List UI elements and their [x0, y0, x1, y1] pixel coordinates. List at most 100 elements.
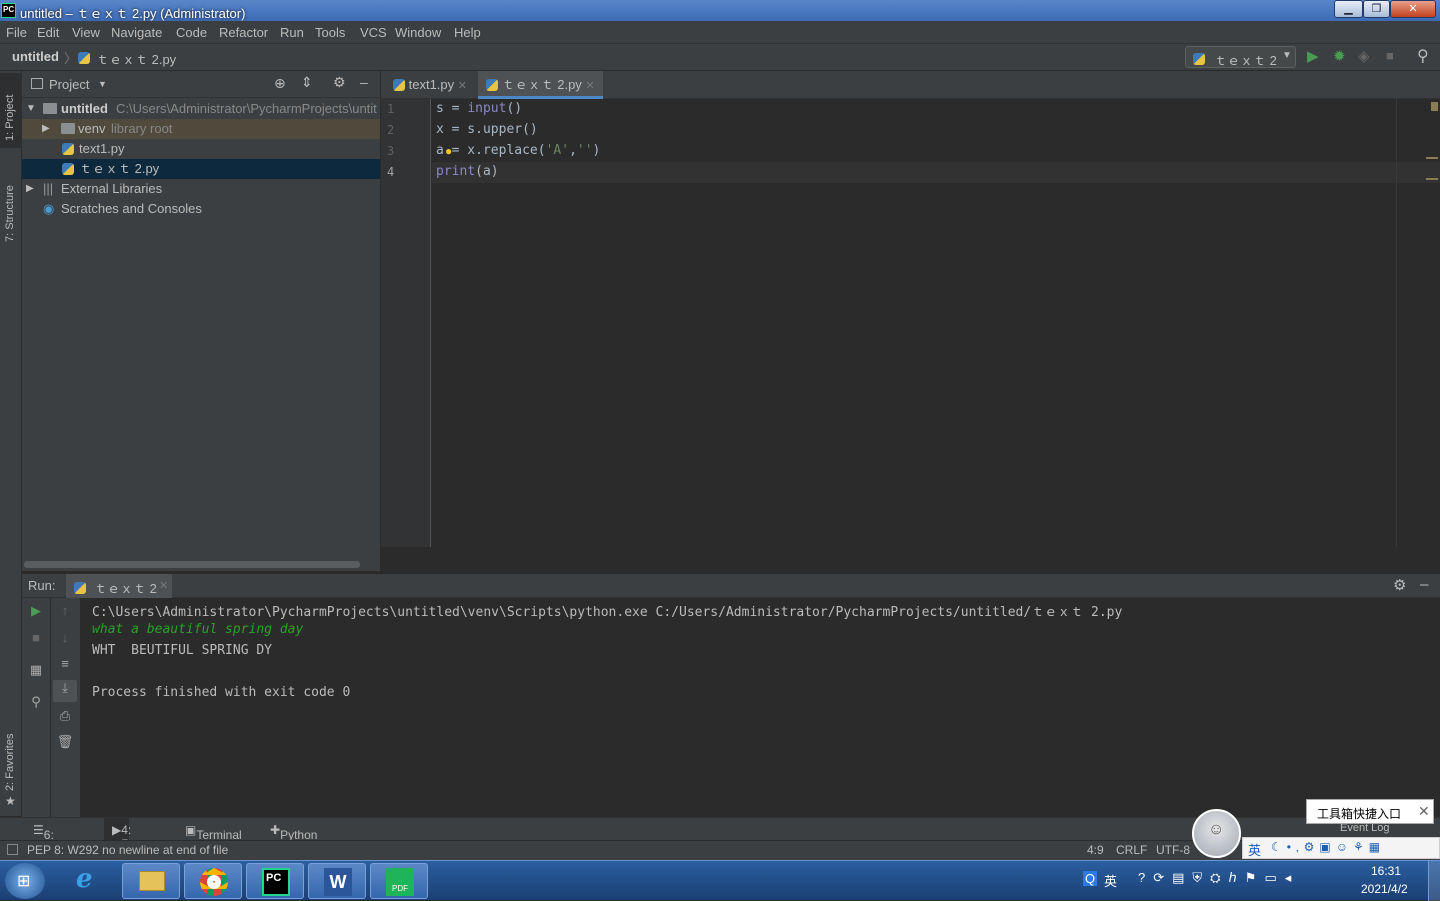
code-line-2[interactable]: x = s.upper()	[436, 122, 538, 137]
tree-item-text2-py[interactable]: ｔｅｘｔ 2.py	[22, 159, 380, 179]
scroll-to-end-icon[interactable]: ⤓	[53, 680, 77, 702]
menu-file[interactable]: File	[6, 25, 27, 40]
taskbar-word[interactable]: W	[308, 863, 366, 899]
locate-icon[interactable]: ⊕	[274, 75, 286, 92]
project-panel-title[interactable]: Project	[49, 77, 89, 92]
menu-refactor[interactable]: Refactor	[219, 25, 268, 40]
search-icon[interactable]: ⚲	[1417, 46, 1429, 66]
run-tab[interactable]: ｔｅｘｔ 2 ✕	[66, 574, 172, 598]
close-tab-icon[interactable]: ✕	[585, 80, 594, 92]
chevron-down-icon[interactable]: ▼	[98, 79, 107, 89]
project-tool-tab-label: 1: Project	[4, 94, 16, 141]
status-toggle-icon[interactable]	[7, 844, 18, 855]
taskbar-chrome[interactable]	[184, 863, 242, 899]
menu-help[interactable]: Help	[454, 25, 481, 40]
tree-item-scratches[interactable]: ◉ Scratches and Consoles	[22, 199, 380, 219]
scroll-down-icon[interactable]: ↓	[55, 630, 75, 645]
start-button[interactable]: ⊞	[5, 863, 45, 899]
tree-item-project-root[interactable]: ▼ untitled C:\Users\Administrator\Pychar…	[22, 99, 380, 119]
run-panel-header: Run: ｔｅｘｔ 2 ✕ ⚙ –	[22, 574, 1440, 598]
close-window-button[interactable]: ✕	[1390, 0, 1436, 18]
project-tool-tab[interactable]: 1: Project	[0, 73, 22, 148]
caret-position[interactable]: 4:9	[1087, 843, 1104, 857]
popup-text: 工具箱快捷入口	[1317, 807, 1402, 821]
close-tab-icon[interactable]: ✕	[458, 80, 467, 92]
run-config-selector[interactable]: ｔｅｘｔ 2 ▼	[1185, 46, 1296, 68]
print-icon[interactable]: ⎙	[55, 708, 75, 724]
structure-tool-tab[interactable]: 7: Structure	[0, 166, 22, 246]
line-separator[interactable]: CRLF	[1116, 843, 1147, 857]
tab-text1-py[interactable]: text1.py ✕	[385, 71, 471, 99]
run-icon[interactable]: ▶	[1307, 47, 1319, 65]
tab-text2-py[interactable]: ｔｅｘｔ 2.py ✕	[478, 71, 603, 99]
favorites-tool-tab[interactable]: 2: Favorites ★	[0, 726, 22, 811]
rerun-icon[interactable]: ▶	[26, 603, 46, 619]
pin-icon[interactable]: ⚲	[26, 694, 46, 710]
code-line-3[interactable]: a = x.replace('A','')	[436, 143, 600, 158]
code-line-4[interactable]: print(a)	[436, 164, 499, 179]
taskbar-pycharm[interactable]: PC	[246, 863, 304, 899]
menu-edit[interactable]: Edit	[37, 25, 59, 40]
warning-stripe-marker[interactable]	[1426, 178, 1438, 180]
trash-icon[interactable]: 🗑	[55, 734, 75, 750]
tray-icons[interactable]: ?⟳▤⛨⛭ℎ⚑▭◂	[1138, 870, 1299, 886]
tab-python-console[interactable]: ✚ Python Console	[270, 823, 324, 856]
tree-item-external-libraries[interactable]: ▶ ||| External Libraries	[22, 179, 380, 199]
tab-terminal[interactable]: ▣ Terminal	[185, 823, 242, 842]
run-panel: Run: ｔｅｘｔ 2 ✕ ⚙ – ▶ ■ ▦ ⚲ ↑ ↓ ≡ ⤓ ⎙ 🗑 C:…	[22, 574, 1440, 817]
menu-vcs[interactable]: VCS	[360, 25, 387, 40]
hide-icon[interactable]: –	[360, 74, 368, 90]
stop-icon[interactable]: ■	[26, 630, 46, 645]
show-desktop-button[interactable]	[1428, 861, 1440, 901]
menu-tools[interactable]: Tools	[315, 25, 345, 40]
tree-item-text1-py[interactable]: text1.py	[22, 139, 380, 159]
menu-run[interactable]: Run	[280, 25, 304, 40]
toolbox-popup[interactable]: 工具箱快捷入口 ✕	[1306, 799, 1434, 824]
horizontal-scrollbar[interactable]	[24, 561, 360, 568]
hide-icon[interactable]: –	[1420, 576, 1428, 593]
run-tab-label: ｔｅｘｔ 2	[94, 581, 157, 596]
output-command-line: C:\Users\Administrator\PycharmProjects\u…	[92, 605, 1123, 620]
assistant-avatar[interactable]: ☺	[1192, 809, 1241, 858]
tab-label: text1.py	[408, 77, 455, 92]
minimize-button[interactable]: ▁	[1334, 0, 1363, 18]
menu-navigate[interactable]: Navigate	[111, 25, 162, 40]
close-icon[interactable]: ✕	[1418, 803, 1430, 820]
code-line-1[interactable]: s = input()	[436, 101, 522, 116]
taskbar-ie[interactable]: e	[62, 864, 120, 899]
scroll-up-icon[interactable]: ↑	[55, 603, 75, 618]
stop-icon[interactable]: ■	[1386, 48, 1394, 63]
tree-item-venv[interactable]: ▶ venv library root	[22, 119, 380, 139]
taskbar-pdf[interactable]: PDF	[370, 863, 428, 899]
taskbar-explorer[interactable]	[122, 863, 180, 899]
lightbulb-icon[interactable]: ●	[445, 144, 452, 158]
gear-icon[interactable]: ⚙	[333, 74, 346, 91]
breadcrumb-file[interactable]: ｔｅｘｔ 2.py	[96, 49, 176, 68]
warning-stripe-marker[interactable]	[1431, 102, 1438, 111]
python-file-icon	[486, 79, 498, 91]
tab-run[interactable]: ▶ 4: Run	[104, 818, 143, 851]
tray-q-icon[interactable]: Q	[1083, 871, 1098, 886]
tray-language[interactable]: 英	[1104, 871, 1117, 890]
clock-time[interactable]: 16:31	[1371, 864, 1401, 878]
debug-icon[interactable]: ✹	[1333, 47, 1346, 65]
coverage-icon[interactable]: ◈	[1358, 47, 1370, 65]
layout-icon[interactable]: ▦	[26, 662, 46, 678]
close-tab-icon[interactable]: ✕	[159, 579, 168, 592]
menu-view[interactable]: View	[72, 25, 100, 40]
clock-date[interactable]: 2021/4/2	[1361, 882, 1408, 896]
run-toolbar-secondary: ↑ ↓ ≡ ⤓ ⎙ 🗑	[50, 598, 80, 817]
ime-language[interactable]: 英	[1248, 840, 1261, 859]
favorites-tool-tab-label: 2: Favorites	[4, 733, 16, 791]
gear-icon[interactable]: ⚙	[1393, 576, 1406, 594]
breadcrumb-project[interactable]: untitled	[12, 49, 59, 64]
soft-wrap-icon[interactable]: ≡	[55, 656, 75, 671]
tab-todo[interactable]: ☰ 6: TODO	[33, 823, 78, 856]
file-encoding[interactable]: UTF-8	[1156, 843, 1190, 857]
menu-window[interactable]: Window	[395, 25, 441, 40]
ime-tool-icons[interactable]: ☾•‚⚙▣☺⚘▦	[1271, 840, 1385, 854]
maximize-button[interactable]: ❐	[1363, 0, 1390, 18]
menu-code[interactable]: Code	[176, 25, 207, 40]
warning-stripe-marker[interactable]	[1426, 157, 1438, 159]
collapse-all-icon[interactable]: ⇕	[301, 74, 313, 91]
